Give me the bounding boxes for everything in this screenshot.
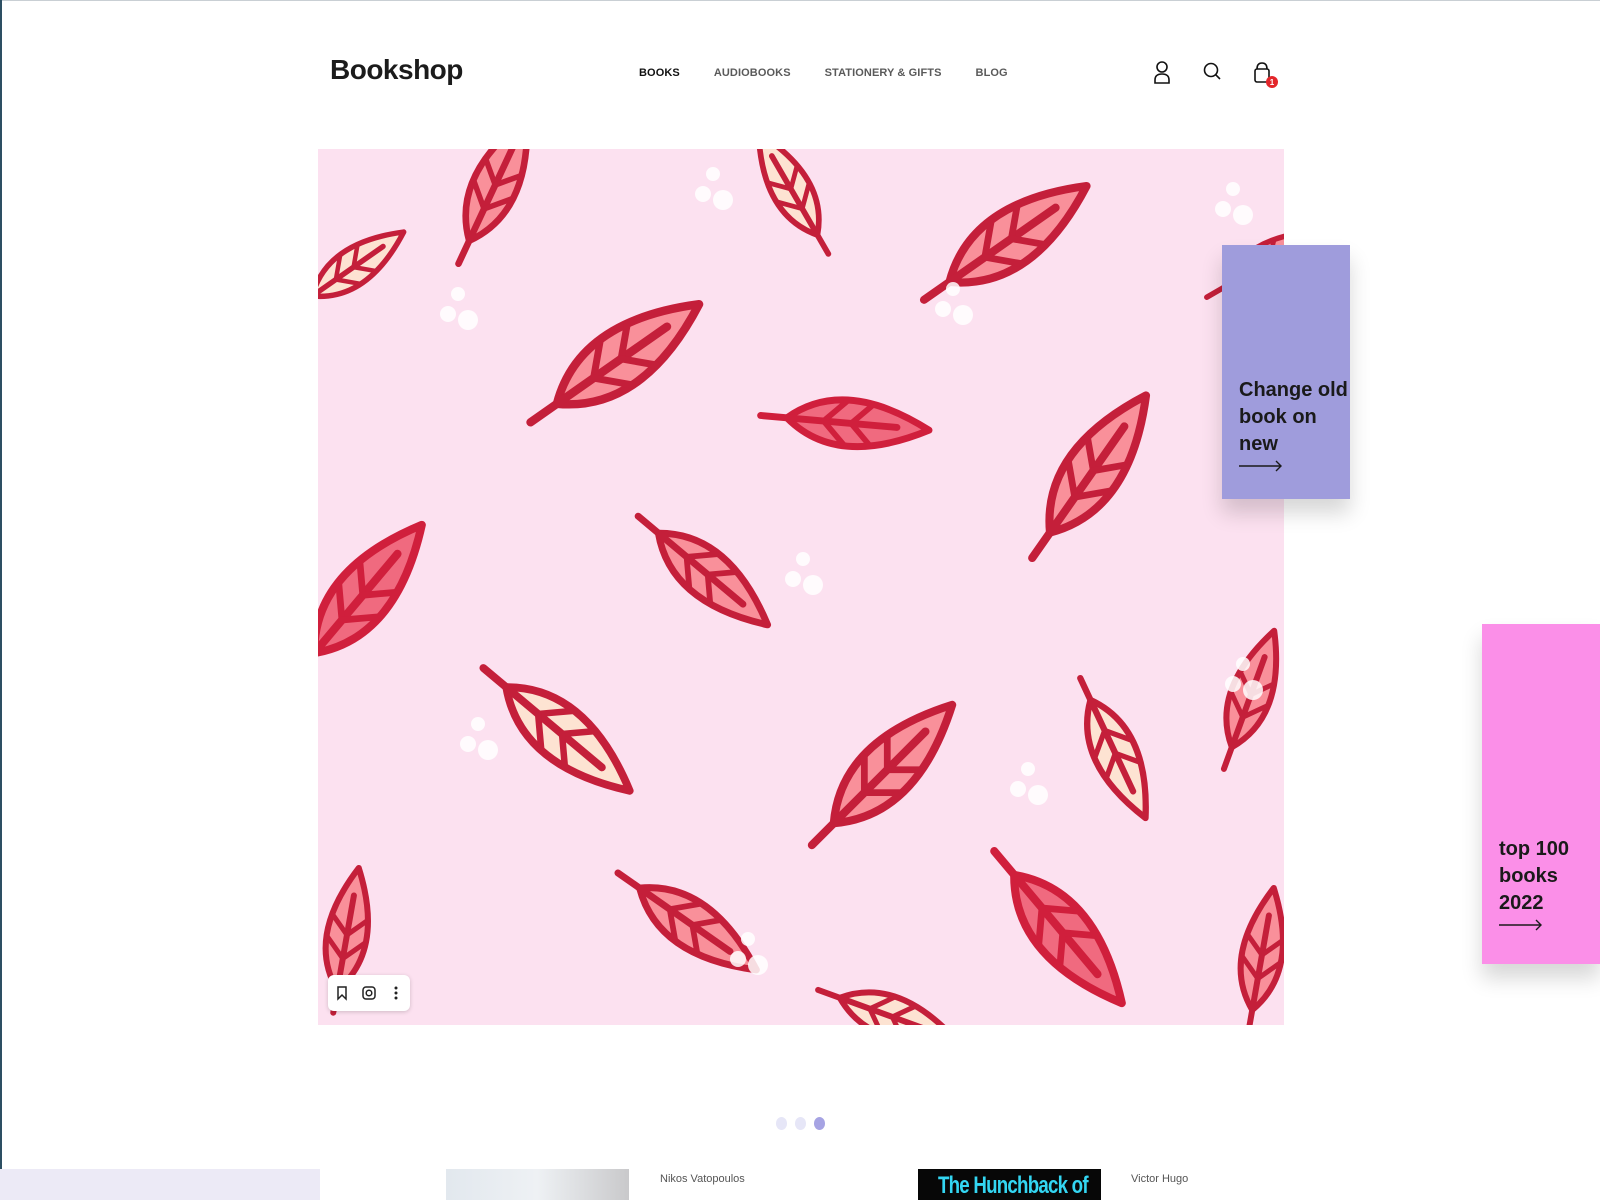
bookmark-icon[interactable] <box>332 983 352 1003</box>
carousel-dot[interactable] <box>795 1117 806 1130</box>
search-icon[interactable] <box>1200 60 1224 86</box>
more-icon[interactable] <box>386 983 406 1003</box>
nav-blog[interactable]: BLOG <box>976 67 1008 79</box>
header-actions: 1 <box>1150 60 1278 88</box>
site-logo[interactable]: Bookshop <box>330 54 463 86</box>
book-cover-title: The Hunchback of <box>938 1172 1089 1199</box>
image-toolbar <box>328 975 410 1011</box>
book-cover[interactable]: The Hunchback of <box>918 1169 1101 1200</box>
nav-stationery-gifts[interactable]: STATIONERY & GIFTS <box>825 67 942 79</box>
carousel-dot[interactable] <box>776 1117 787 1130</box>
promo-change-old-book[interactable]: Change old book on new <box>1222 245 1350 499</box>
promo-text-line: new <box>1239 433 1278 455</box>
promo-text-line: Change old <box>1239 379 1348 401</box>
nav-books[interactable]: BOOKS <box>639 67 680 79</box>
book-author[interactable]: Nikos Vatopoulos <box>660 1173 745 1185</box>
user-icon[interactable] <box>1150 60 1174 86</box>
book-author[interactable]: Victor Hugo <box>1131 1173 1188 1185</box>
arrow-right-icon <box>1499 919 1542 931</box>
lens-icon[interactable] <box>359 983 379 1003</box>
cart-count-badge: 1 <box>1266 76 1278 88</box>
carousel-dots <box>776 1117 825 1130</box>
promo-text-line: 2022 <box>1499 892 1544 914</box>
main-nav: BOOKS AUDIOBOOKS STATIONERY & GIFTS BLOG <box>639 67 1008 79</box>
cart-icon[interactable]: 1 <box>1250 60 1278 88</box>
hero-banner[interactable] <box>318 149 1284 1025</box>
promo-text-line: books <box>1499 865 1558 887</box>
bottom-section-panel <box>0 1169 320 1200</box>
window-top-border <box>0 0 1600 1</box>
promo-text-line: top 100 <box>1499 838 1570 860</box>
leaf-pattern-image <box>318 149 1284 1025</box>
promo-top-100-books[interactable]: top 100 books 2022 <box>1482 624 1600 964</box>
nav-audiobooks[interactable]: AUDIOBOOKS <box>714 67 791 79</box>
window-left-border <box>0 0 2 1200</box>
promo-text-line: book on <box>1239 406 1317 428</box>
book-cover[interactable] <box>446 1169 629 1200</box>
carousel-dot-active[interactable] <box>814 1117 825 1130</box>
arrow-right-icon <box>1239 460 1282 472</box>
